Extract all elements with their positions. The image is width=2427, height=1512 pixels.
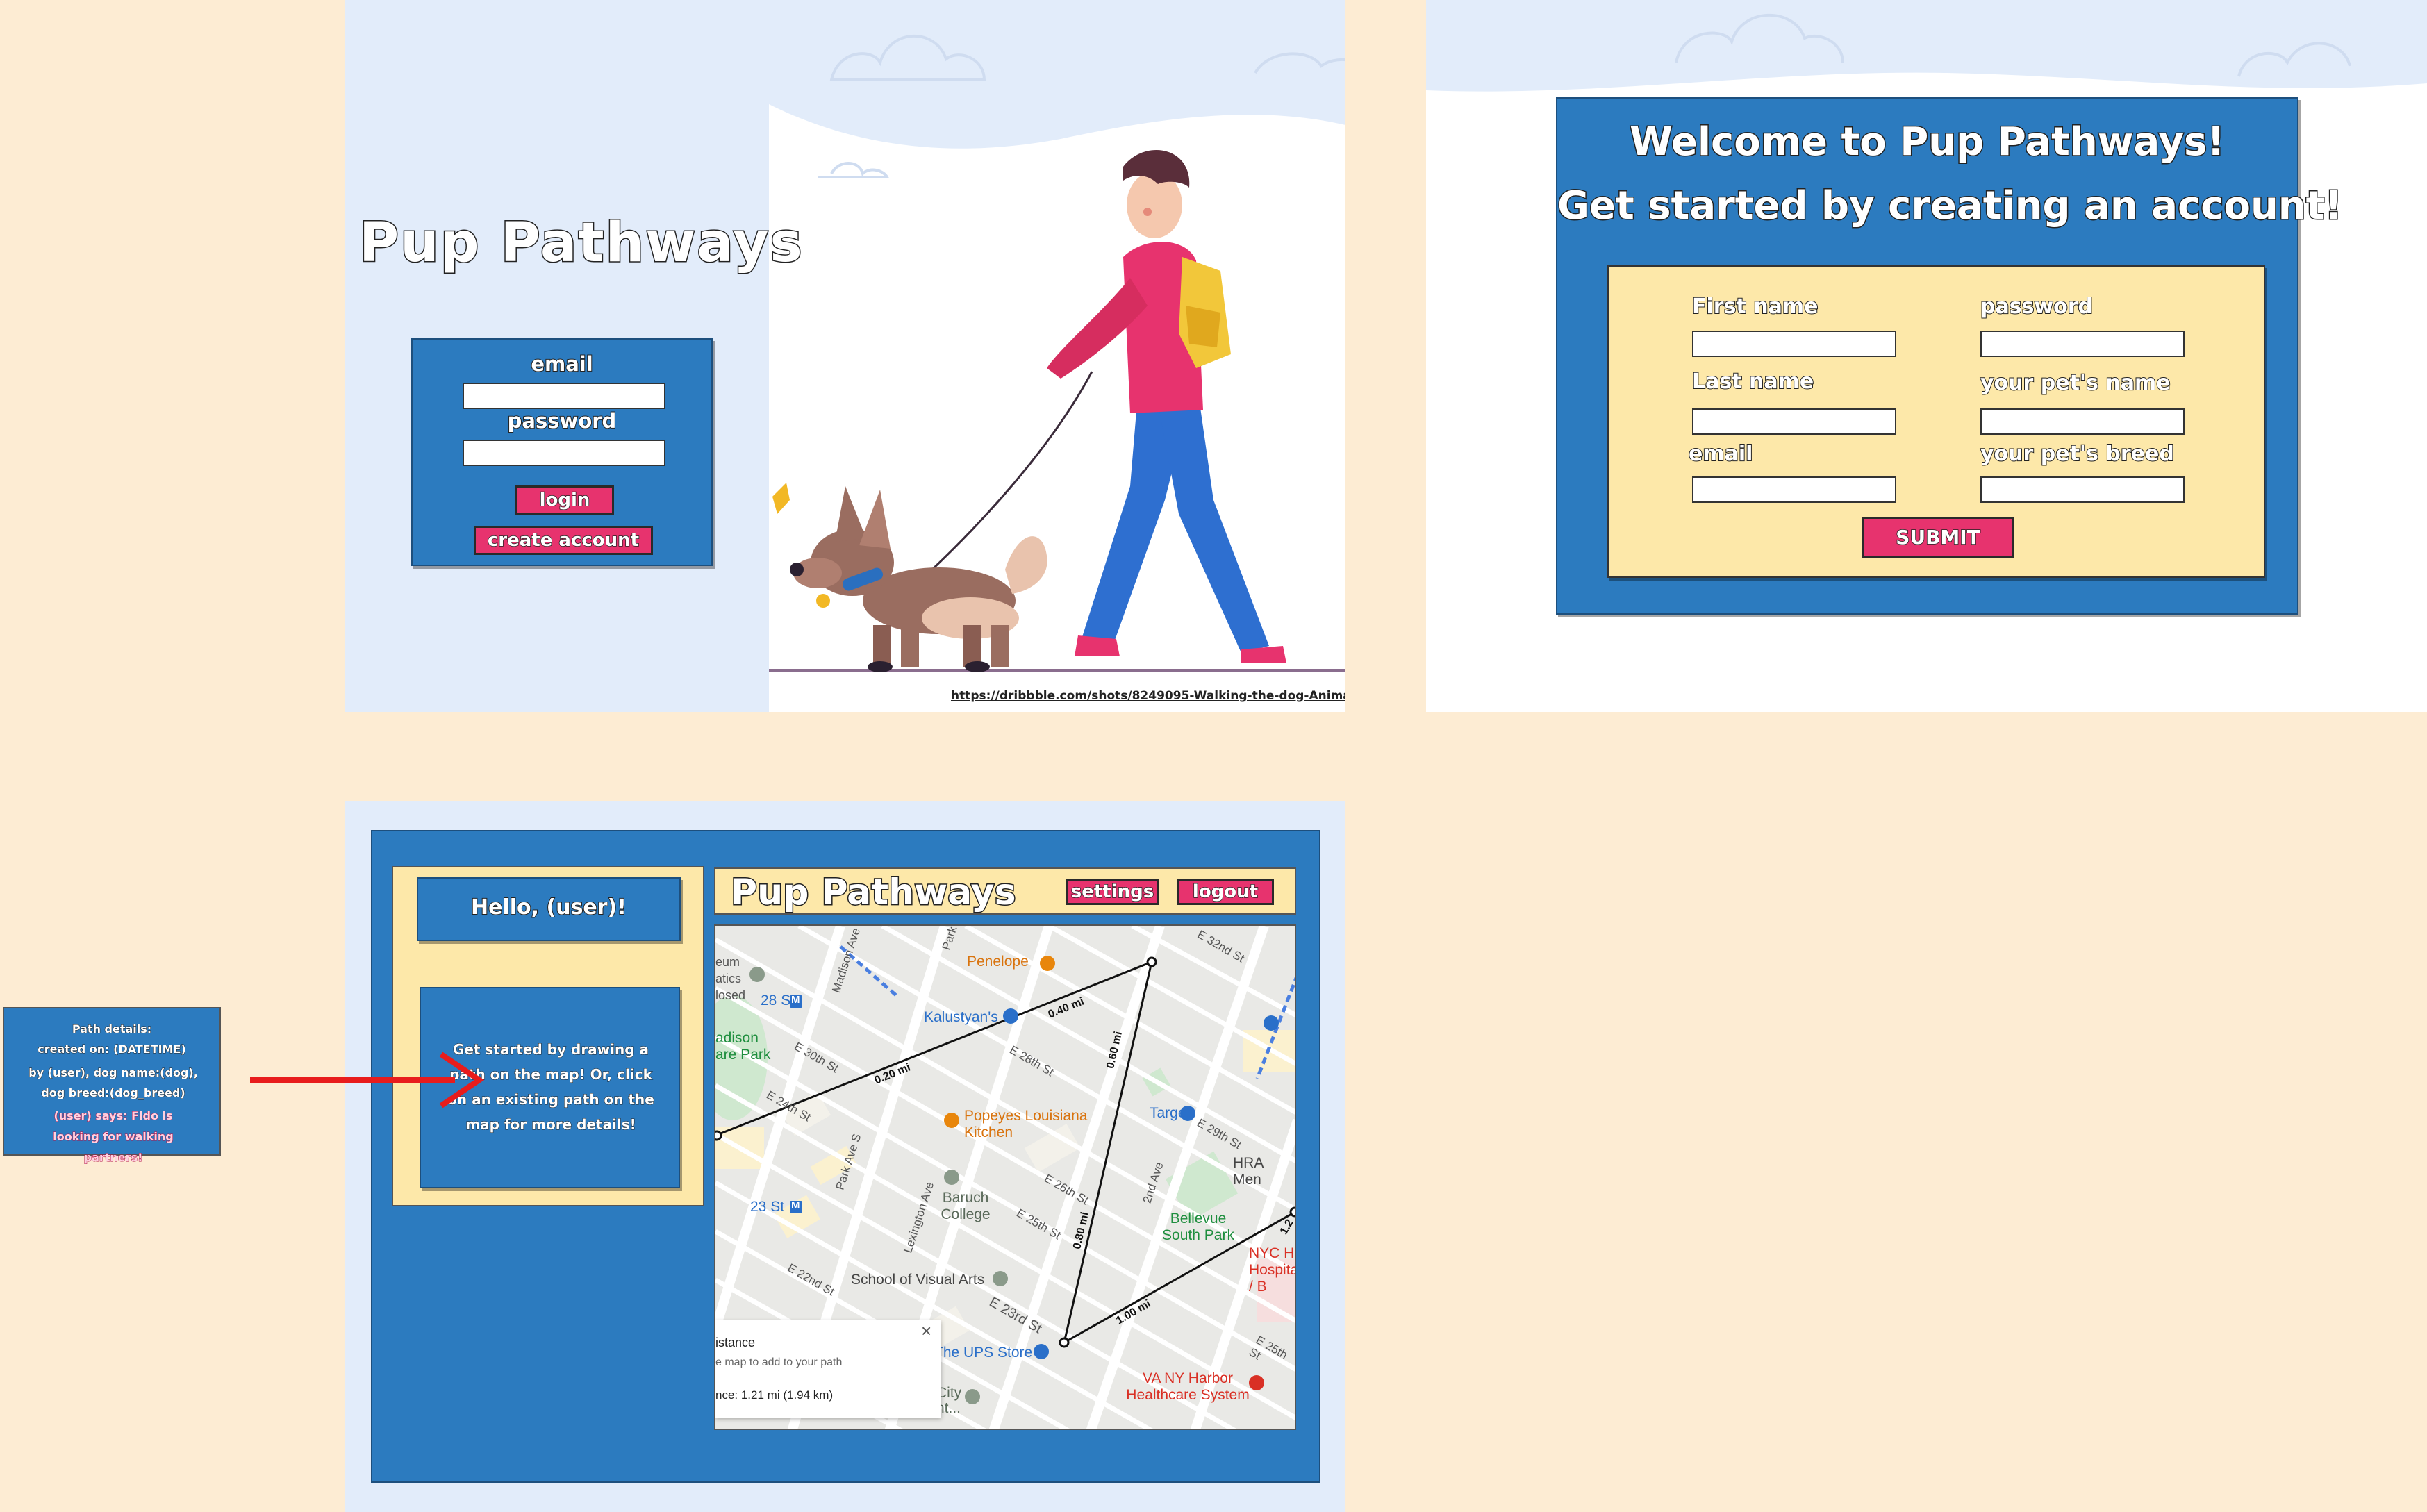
logout-button[interactable]: logout [1177, 879, 1274, 905]
map-place-city[interactable]: City nt... [936, 1386, 978, 1416]
first-name-label: First name [1691, 294, 1819, 319]
popup-title: istance [715, 1336, 756, 1349]
walking-dog-illustration [772, 150, 1286, 672]
map-place-va[interactable]: VA NY Harbor Healthcare System [1122, 1370, 1254, 1404]
arrow-icon [250, 1052, 485, 1108]
popup-total-distance: nce: 1.21 mi (1.94 km) [715, 1388, 834, 1402]
map-place-sva[interactable]: School of Visual Arts [851, 1272, 984, 1288]
subway-icon: M [791, 1199, 800, 1211]
map-place-museum[interactable]: eum atics losed [715, 954, 750, 1004]
map-place-baruch[interactable]: Baruch College [934, 1190, 997, 1223]
path-details-byline: by (user), dog name:(dog), dog breed:(do… [28, 1066, 199, 1100]
welcome-heading: Welcome to Pup Pathways! [1629, 119, 2226, 166]
distance-popup: istance e map to add to your path nce: 1… [715, 1320, 941, 1418]
get-started-heading: Get started by creating an account! [1557, 183, 2344, 230]
password-label: password [507, 408, 618, 433]
path-details-title: Path details: [72, 1022, 152, 1036]
email-label: email [1688, 441, 1753, 467]
popup-hint: e map to add to your path [715, 1356, 843, 1368]
pet-name-label: your pet's name [1980, 370, 2171, 396]
signup-screen: Welcome to Pup Pathways! Get started by … [1426, 0, 2427, 712]
image-credit-link[interactable]: https://dribbble.com/shots/8249095-Walki… [951, 689, 1345, 703]
app-title: Pup Pathways [730, 871, 1018, 915]
login-form: email password login create account [411, 338, 713, 566]
map-header: Pup Pathways settings logout [714, 867, 1296, 915]
password-field[interactable] [463, 440, 665, 466]
map-place-hra[interactable]: HRA Men [1233, 1155, 1295, 1188]
path-details-note: Path details: created on: (DATETIME) by … [3, 1007, 221, 1165]
map-place-bellevue[interactable]: Bellevue South Park [1160, 1211, 1236, 1244]
path-details-created: created on: (DATETIME) [38, 1042, 187, 1056]
signup-panel: Welcome to Pup Pathways! Get started by … [1556, 97, 2344, 615]
password-label: password [1980, 294, 2094, 319]
email-field[interactable] [1692, 476, 1896, 503]
map-screen: Hello, (user)! Get started by drawing a … [345, 801, 1345, 1512]
login-screen: Pup Pathways email password login create… [345, 0, 1345, 712]
pet-breed-field[interactable] [1980, 476, 2185, 503]
password-field[interactable] [1980, 331, 2185, 357]
first-name-field[interactable] [1692, 331, 1896, 357]
map-place-popeyes[interactable]: Popeyes Louisiana Kitchen [964, 1108, 1103, 1141]
close-icon[interactable]: × [921, 1320, 931, 1342]
last-name-field[interactable] [1692, 408, 1896, 435]
map-place-nyc-hospitals[interactable]: NYC H Hospitals / B [1249, 1245, 1295, 1295]
greeting-text: Hello, (user)! [470, 895, 627, 920]
subway-icon: M [791, 994, 800, 1006]
path-details-message: (user) says: Fido is looking for walking… [53, 1109, 174, 1165]
map-place-station-28[interactable]: 28 St [761, 992, 795, 1009]
map-place-station-23[interactable]: 23 St [750, 1199, 784, 1215]
greeting-box: Hello, (user)! [417, 877, 681, 941]
map-place-target[interactable]: Target [1150, 1105, 1190, 1122]
map-place-penelope[interactable]: Penelope [967, 954, 1029, 970]
login-button[interactable]: login [515, 485, 614, 515]
settings-button[interactable]: settings [1066, 879, 1159, 905]
map-screen-panel: Hello, (user)! Get started by drawing a … [371, 830, 1320, 1483]
signup-form: First name Last name email password your… [1607, 265, 2265, 578]
map-view[interactable]: Madison Ave Park Ave S Lexington Ave 2nd… [714, 924, 1296, 1430]
sidebar: Hello, (user)! Get started by drawing a … [392, 866, 704, 1206]
map-place-madison-square[interactable]: adison are Park [715, 1030, 771, 1063]
map-place-ups[interactable]: The UPS Store [934, 1345, 1032, 1361]
submit-button[interactable]: SUBMIT [1862, 517, 2014, 558]
pet-name-field[interactable] [1980, 408, 2185, 435]
app-title: Pup Pathways [358, 211, 804, 276]
cloud-icon [829, 34, 986, 81]
last-name-label: Last name [1691, 369, 1814, 394]
pet-breed-label: your pet's breed [1980, 441, 2175, 467]
map-place-kalustyans[interactable]: Kalustyan's [924, 1009, 998, 1026]
email-label: email [530, 351, 593, 376]
email-field[interactable] [463, 383, 665, 409]
create-account-button[interactable]: create account [474, 526, 653, 555]
